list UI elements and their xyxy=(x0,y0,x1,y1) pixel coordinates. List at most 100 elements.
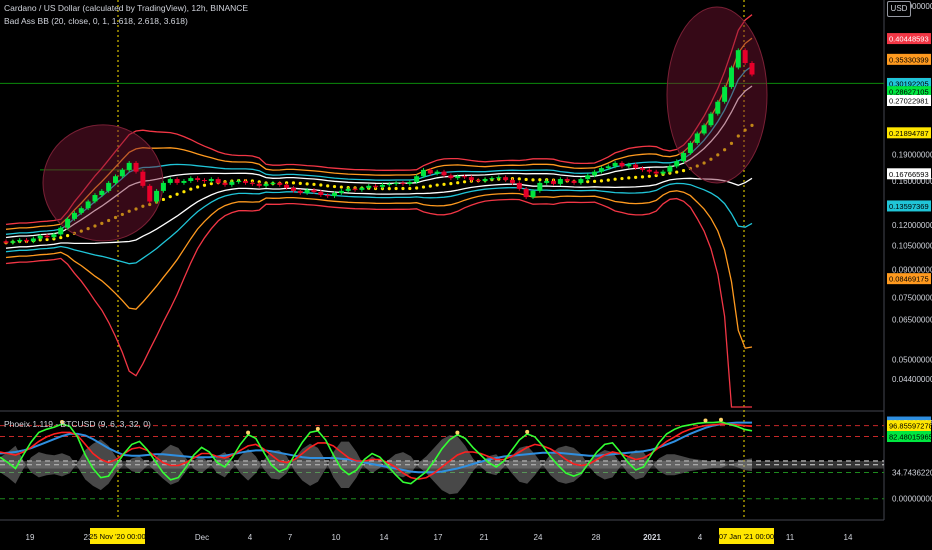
candle-body xyxy=(749,62,755,75)
candle-body xyxy=(523,188,529,198)
candle-body xyxy=(728,67,734,88)
candle-body xyxy=(113,176,119,183)
basis-dot xyxy=(599,179,604,183)
candle-body xyxy=(338,190,344,193)
candle-body xyxy=(544,180,550,183)
candle-body xyxy=(633,164,639,169)
basis-dot xyxy=(312,182,316,186)
basis-dot xyxy=(332,184,337,189)
candle-body xyxy=(708,113,714,126)
candle-body xyxy=(201,180,207,182)
basis-dot xyxy=(435,183,439,187)
candle-body xyxy=(619,162,625,167)
indicator-label-phoeix[interactable]: Phoeix 1.119 - BTCUSD (9, 6, 3, 32, 0) xyxy=(4,419,151,429)
candle-body xyxy=(626,164,632,167)
basis-dot xyxy=(456,181,460,185)
basis-dot xyxy=(401,186,405,191)
candle-body xyxy=(400,182,406,184)
candle-body xyxy=(605,166,611,169)
time-tick-label: 7 xyxy=(288,533,293,542)
candle-body xyxy=(99,190,105,196)
candle-body xyxy=(455,176,461,179)
basis-dot xyxy=(627,176,631,180)
candle-body xyxy=(106,182,112,191)
candle-body xyxy=(482,179,488,181)
candle-body xyxy=(352,188,358,190)
candle-body xyxy=(489,178,495,180)
price-tick-label: 0.10500000 xyxy=(892,242,932,251)
candle-body xyxy=(420,169,426,177)
candle-body xyxy=(195,178,201,181)
candle-body xyxy=(598,168,604,172)
chart-canvas[interactable]: 0.500000000.190000000.160000000.12000000… xyxy=(0,0,932,550)
price-tick-label: 0.06500000 xyxy=(892,315,932,324)
currency-button[interactable]: USD xyxy=(887,1,911,17)
candle-body xyxy=(530,190,536,198)
basis-dot xyxy=(202,183,207,187)
time-tick-label: 4 xyxy=(698,533,703,542)
candle-body xyxy=(17,239,23,242)
basis-dot xyxy=(449,182,453,186)
candle-body xyxy=(256,183,262,186)
basis-dot xyxy=(394,186,398,191)
candle-body xyxy=(119,169,125,177)
osc-label-text: 96.85597278 xyxy=(889,422,932,431)
basis-dot xyxy=(531,178,535,182)
time-tick-label: 24 xyxy=(534,533,543,542)
candle-body xyxy=(229,181,235,185)
time-tick-label: 4 xyxy=(248,533,253,542)
basis-dot xyxy=(387,187,391,191)
candle-body xyxy=(311,189,317,192)
basis-dot xyxy=(620,176,624,181)
basis-dot xyxy=(59,235,63,240)
basis-dot xyxy=(196,185,200,189)
candle-body xyxy=(332,192,338,197)
candle-body xyxy=(65,218,71,228)
candle-body xyxy=(551,180,557,184)
candle-body xyxy=(304,189,310,193)
candle-body xyxy=(687,142,693,153)
basis-dot xyxy=(613,177,617,181)
time-tick-label: 28 xyxy=(592,533,601,542)
price-tick-label: 0.07500000 xyxy=(892,293,932,302)
time-tick-label: 21 xyxy=(480,533,489,542)
osc-tick-label: 34.74362206 xyxy=(892,469,932,478)
price-label-text: 0.40448593 xyxy=(889,35,929,44)
candle-body xyxy=(715,101,721,114)
basis-dot xyxy=(538,178,542,182)
candle-body xyxy=(345,188,351,191)
candle-body xyxy=(58,227,64,235)
basis-dot xyxy=(408,186,412,191)
basis-dot xyxy=(442,182,446,186)
candle-body xyxy=(448,175,454,179)
candle-body xyxy=(222,182,228,185)
candle-body xyxy=(537,182,543,191)
candle-body xyxy=(37,235,43,239)
time-tick-label: 2021 xyxy=(643,533,661,542)
candle-body xyxy=(174,179,180,183)
candle-body xyxy=(181,180,187,183)
osc-tick-label: 0.00000000 xyxy=(892,495,932,504)
indicator-label-bb[interactable]: Bad Ass BB (20, close, 0, 1, 1.618, 2.61… xyxy=(4,16,188,26)
candle-body xyxy=(653,171,659,174)
chart-title: Cardano / US Dollar (calculated by Tradi… xyxy=(4,3,249,13)
candle-body xyxy=(30,238,36,242)
basis-dot xyxy=(681,169,686,173)
candle-body xyxy=(681,152,687,162)
price-label-text: 0.13597369 xyxy=(889,202,929,211)
basis-dot xyxy=(524,177,528,182)
candle-body xyxy=(325,195,331,197)
candle-body xyxy=(188,178,194,181)
osc-peak-dot xyxy=(703,418,708,423)
time-tick-label: 11 xyxy=(786,533,795,542)
basis-dot xyxy=(182,190,186,194)
candle-body xyxy=(468,177,474,181)
candle-body xyxy=(516,182,522,189)
basis-dot xyxy=(175,192,179,196)
price-label-text: 0.21894787 xyxy=(889,129,929,138)
basis-dot xyxy=(640,175,645,179)
candle-body xyxy=(249,182,255,184)
candle-body xyxy=(722,87,728,102)
time-highlight-label: 07 Jan '21 00:00 xyxy=(719,532,774,541)
candle-body xyxy=(366,185,372,188)
